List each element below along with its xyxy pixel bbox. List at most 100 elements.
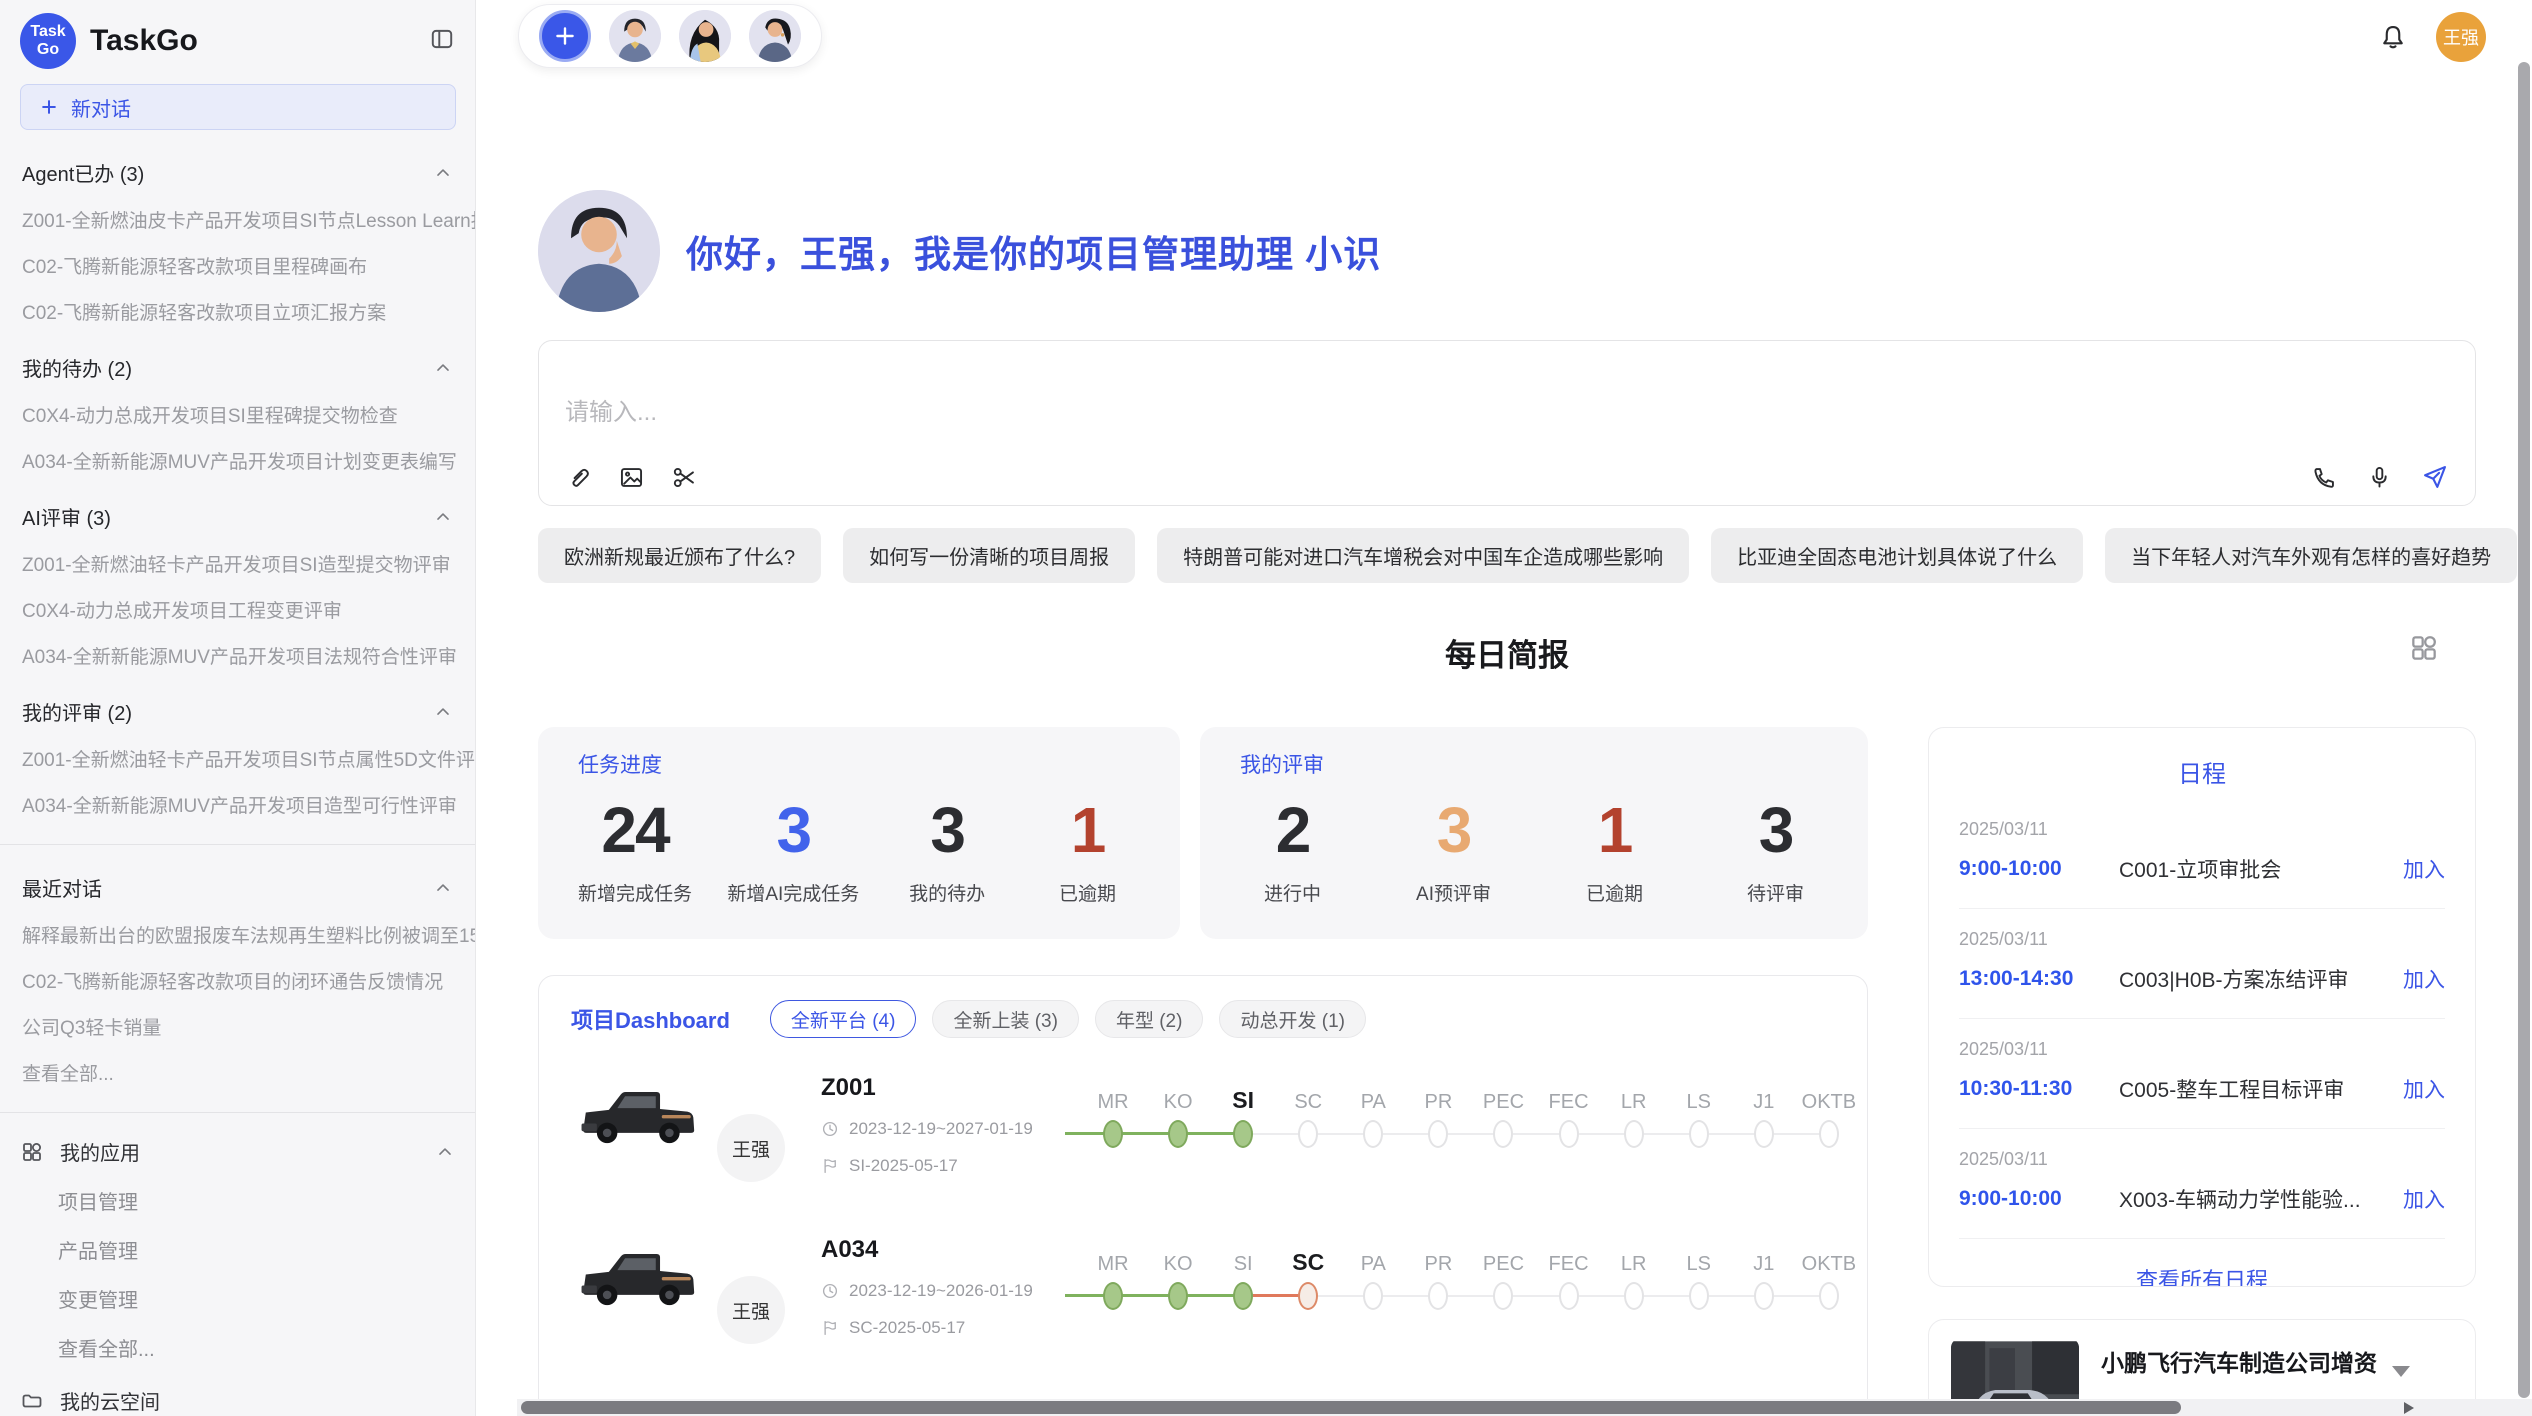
- agent-avatar-3[interactable]: [749, 10, 801, 62]
- join-link[interactable]: 加入: [2403, 854, 2445, 884]
- sidebar-section-header[interactable]: 我的评审 (2): [0, 697, 475, 726]
- sidebar-item-cloud-space[interactable]: 我的云空间: [0, 1386, 475, 1415]
- sidebar-task-item[interactable]: A034-全新新能源MUV产品开发项目造型可行性评审: [0, 791, 475, 818]
- sidebar-app-item[interactable]: 变更管理: [0, 1284, 475, 1313]
- sidebar-section-header[interactable]: Agent已办 (3): [0, 158, 475, 187]
- recent-conversation-item[interactable]: 解释最新出台的欧盟报废车法规再生塑料比例被调至15%...: [0, 921, 475, 948]
- milestone-label: SC: [1294, 1078, 1322, 1114]
- sidebar-section: 我的评审 (2) Z001-全新燃油轻卡产品开发项目SI节点属性5D文件评审 A…: [0, 697, 475, 818]
- image-upload-icon[interactable]: [618, 464, 645, 491]
- sidebar-task-item[interactable]: C02-飞腾新能源轻客改款项目立项汇报方案: [0, 298, 475, 325]
- agent-avatar-1[interactable]: [609, 10, 661, 62]
- suggestion-chip[interactable]: 欧洲新规最近颁布了什么?: [538, 528, 821, 583]
- chat-input[interactable]: [565, 399, 2065, 427]
- stat-label: 待评审: [1723, 879, 1828, 906]
- scroll-down-icon[interactable]: [2392, 1366, 2410, 1377]
- timeline-cells: MRKOSISCPAPRPECFECLRLSJ1OKTB: [1091, 1078, 1851, 1148]
- stat-label: 已逾期: [1562, 879, 1667, 906]
- sidebar-app-item[interactable]: 查看全部...: [0, 1333, 475, 1362]
- microphone-icon[interactable]: [2366, 464, 2393, 491]
- chevron-up-icon[interactable]: [433, 702, 453, 722]
- sidebar-section-header[interactable]: AI评审 (3): [0, 502, 475, 531]
- sidebar-logo-row: Task Go TaskGo: [0, 10, 475, 72]
- milestone-node: [1103, 1282, 1123, 1310]
- filter-pill[interactable]: 全新上装 (3): [932, 1000, 1079, 1038]
- sidebar-item-my-apps[interactable]: 我的应用: [0, 1137, 475, 1166]
- filter-pill[interactable]: 动总开发 (1): [1219, 1000, 1366, 1038]
- stat-grid: 24 新增完成任务 3 新增AI完成任务 3 我的待办: [578, 793, 1140, 906]
- sidebar-task-item[interactable]: Z001-全新燃油轻卡产品开发项目SI造型提交物评审: [0, 550, 475, 577]
- horizontal-scrollbar-track[interactable]: [517, 1399, 2532, 1416]
- sidebar-section: 我的待办 (2) C0X4-动力总成开发项目SI里程碑提交物检查 A034-全新…: [0, 353, 475, 474]
- vertical-scrollbar[interactable]: [2518, 62, 2530, 1398]
- sidebar-section-title: 我的评审 (2): [22, 697, 132, 726]
- recent-conversation-item[interactable]: C02-飞腾新能源轻客改款项目的闭环通告反馈情况: [0, 967, 475, 994]
- sidebar-task-item[interactable]: C0X4-动力总成开发项目SI里程碑提交物检查: [0, 401, 475, 428]
- suggestion-chip[interactable]: 如何写一份清晰的项目周报: [843, 528, 1135, 583]
- suggestion-chip[interactable]: 特朗普可能对进口汽车增税会对中国车企造成哪些影响: [1157, 528, 1689, 583]
- scroll-right-icon[interactable]: [2404, 1402, 2414, 1414]
- stat-label: 进行中: [1240, 879, 1345, 906]
- send-icon[interactable]: [2421, 463, 2449, 491]
- add-agent-button[interactable]: [539, 10, 591, 62]
- chevron-up-icon[interactable]: [433, 358, 453, 378]
- project-row[interactable]: 王强 A034 2023-12-19~2026-01-19 SC-2025-05…: [571, 1234, 1835, 1362]
- agent-quick-bar: [518, 4, 822, 68]
- project-media: 王强: [571, 1234, 821, 1362]
- sidebar-task-item[interactable]: A034-全新新能源MUV产品开发项目法规符合性评审: [0, 642, 475, 669]
- flag-icon: [821, 1319, 839, 1337]
- chevron-up-icon[interactable]: [435, 1142, 455, 1162]
- sidebar-task-item[interactable]: C0X4-动力总成开发项目工程变更评审: [0, 596, 475, 623]
- stat-label: 我的待办: [895, 879, 1000, 906]
- sidebar-section-header[interactable]: 我的待办 (2): [0, 353, 475, 382]
- recent-conversation-item[interactable]: 公司Q3轻卡销量: [0, 1013, 475, 1040]
- project-row[interactable]: 王强 Z001 2023-12-19~2027-01-19 SI-2025-05…: [571, 1072, 1835, 1200]
- chevron-up-icon[interactable]: [433, 878, 453, 898]
- plus-icon: [552, 23, 578, 49]
- schedule-event: 2025/03/11 10:30-11:30 C005-整车工程目标评审 加入: [1959, 1019, 2445, 1129]
- project-flag-row: SI-2025-05-17: [821, 1156, 1091, 1176]
- join-link[interactable]: 加入: [2403, 1074, 2445, 1104]
- suggestion-chip[interactable]: 比亚迪全固态电池计划具体说了什么: [1711, 528, 2083, 583]
- project-dates-row: 2023-12-19~2027-01-19: [821, 1119, 1091, 1139]
- stats-row: 任务进度 24 新增完成任务 3 新增AI完成任务: [538, 727, 1868, 939]
- stat-card-title: 任务进度: [578, 749, 1140, 779]
- cloud-folder-icon: [20, 1389, 44, 1413]
- milestone-mr: MR: [1091, 1240, 1135, 1310]
- sidebar-divider: [0, 844, 475, 845]
- new-chat-button[interactable]: 新对话: [20, 84, 456, 130]
- sidebar-task-item[interactable]: A034-全新新能源MUV产品开发项目计划变更表编写: [0, 447, 475, 474]
- sidebar-task-item[interactable]: C02-飞腾新能源轻客改款项目里程碑画布: [0, 252, 475, 279]
- sidebar-app-item[interactable]: 产品管理: [0, 1235, 475, 1264]
- chevron-up-icon[interactable]: [433, 507, 453, 527]
- sidebar-toggle-icon[interactable]: [429, 26, 455, 57]
- user-avatar[interactable]: 王强: [2436, 12, 2486, 62]
- horizontal-scrollbar-thumb[interactable]: [521, 1401, 2181, 1414]
- scissors-icon[interactable]: [671, 464, 698, 491]
- phone-call-icon[interactable]: [2311, 464, 2338, 491]
- event-time: 9:00-10:00: [1959, 857, 2119, 881]
- milestone-pa: PA: [1351, 1240, 1395, 1310]
- attachment-icon[interactable]: [565, 464, 592, 491]
- join-link[interactable]: 加入: [2403, 964, 2445, 994]
- event-main: 9:00-10:00 C001-立项审批会 加入: [1959, 854, 2445, 884]
- layout-grid-icon[interactable]: [2408, 632, 2440, 669]
- sidebar-task-item[interactable]: Z001-全新燃油轻卡产品开发项目SI节点属性5D文件评审: [0, 745, 475, 772]
- recent-conversation-item[interactable]: 查看全部...: [0, 1059, 475, 1086]
- agent-avatar-2[interactable]: [679, 10, 731, 62]
- filter-pill[interactable]: 年型 (2): [1095, 1000, 1204, 1038]
- notification-bell-icon[interactable]: [2378, 22, 2408, 52]
- filter-pill[interactable]: 全新平台 (4): [770, 1000, 917, 1038]
- chevron-up-icon[interactable]: [433, 163, 453, 183]
- event-date: 2025/03/11: [1959, 1039, 2445, 1060]
- sidebar-app-item[interactable]: 项目管理: [0, 1186, 475, 1215]
- sidebar-task-item[interactable]: Z001-全新燃油皮卡产品开发项目SI节点Lesson Learn报告: [0, 206, 475, 233]
- stat-cell: 3 AI预评审: [1401, 793, 1506, 906]
- milestone-pr: PR: [1416, 1240, 1460, 1310]
- event-time: 9:00-10:00: [1959, 1187, 2119, 1211]
- view-all-schedule-link[interactable]: 查看所有日程: [1959, 1263, 2445, 1287]
- milestone-label: J1: [1753, 1240, 1774, 1276]
- join-link[interactable]: 加入: [2403, 1184, 2445, 1214]
- sidebar-recent-header[interactable]: 最近对话: [0, 873, 475, 902]
- suggestion-chip[interactable]: 当下年轻人对汽车外观有怎样的喜好趋势: [2105, 528, 2517, 583]
